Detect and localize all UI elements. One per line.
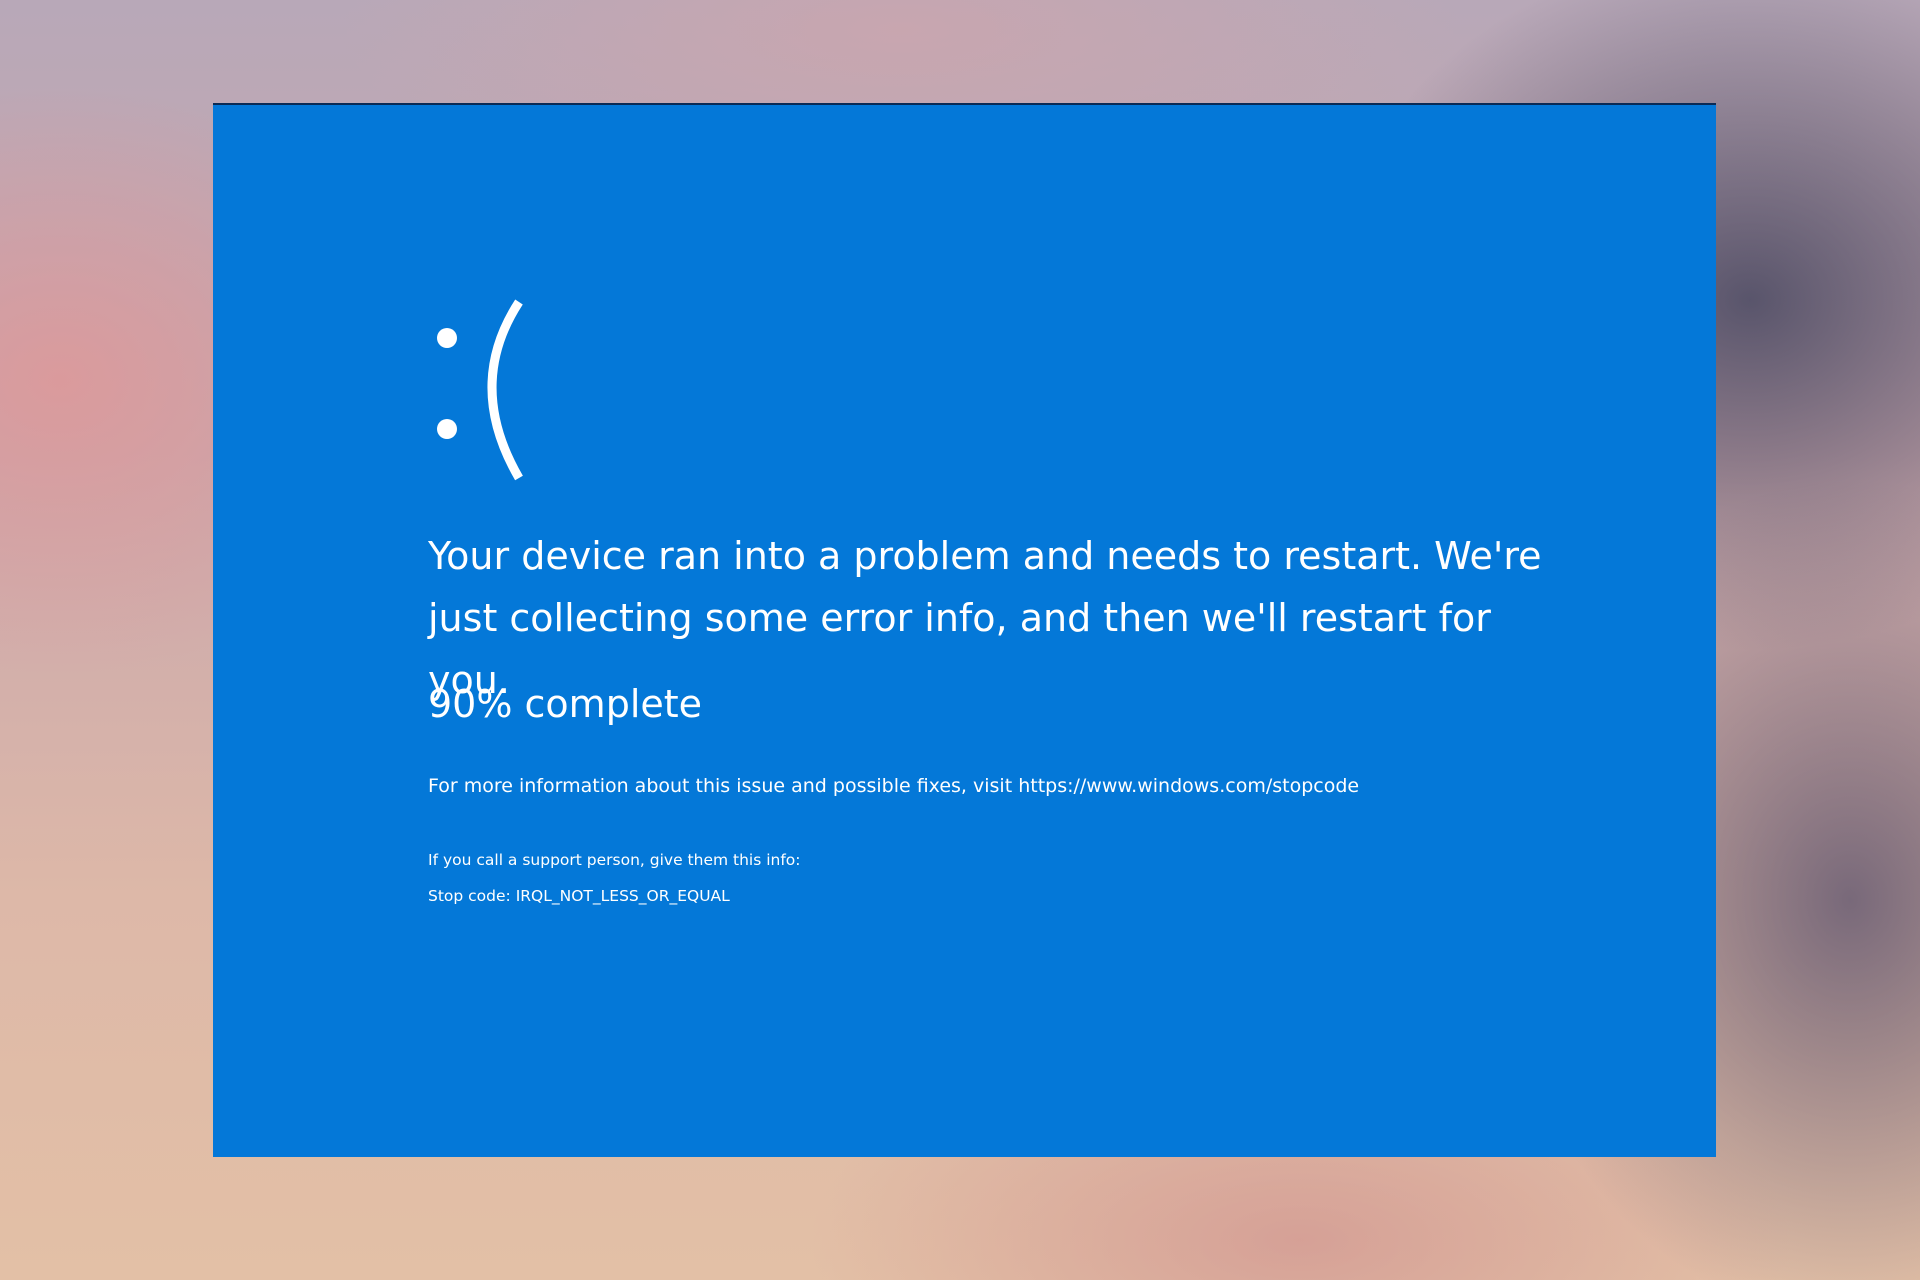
stop-code-value: IRQL_NOT_LESS_OR_EQUAL — [515, 887, 730, 905]
more-info-text: For more information about this issue an… — [428, 772, 1359, 800]
stopcode-link: https://www.windows.com/stopcode — [1018, 775, 1360, 797]
stop-code-line: Stop code: IRQL_NOT_LESS_OR_EQUAL — [428, 878, 801, 914]
sad-face-icon — [437, 299, 523, 481]
support-text: If you call a support person, give them … — [428, 851, 801, 869]
support-info: If you call a support person, give them … — [428, 842, 801, 914]
more-info-prefix: For more information about this issue an… — [428, 775, 1019, 797]
progress-text: 90% complete — [428, 682, 703, 726]
bsod-screen: Your device ran into a problem and needs… — [213, 103, 1716, 1157]
stop-code-label: Stop code: — [428, 887, 516, 905]
